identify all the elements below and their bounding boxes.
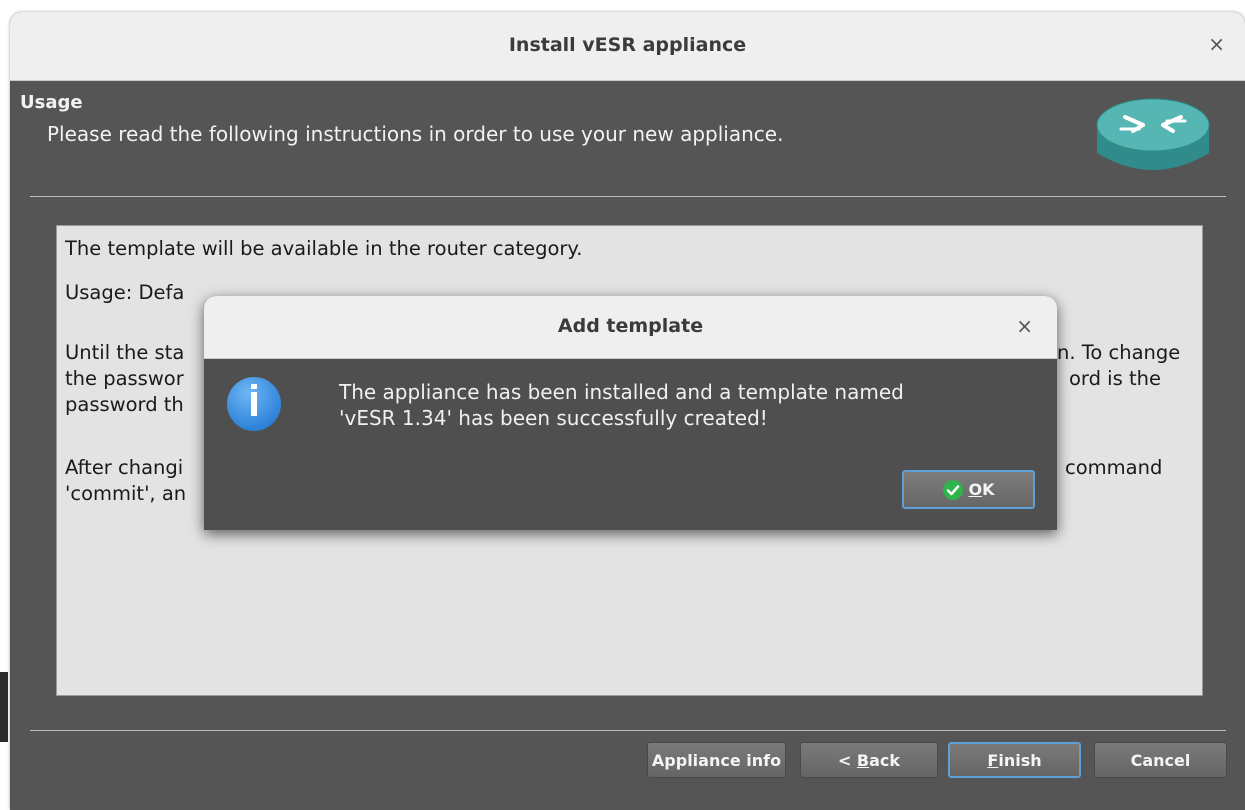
page-title: Usage — [20, 92, 83, 113]
usage-line-2: Usage: Defa — [65, 281, 185, 304]
usage-fragment-1: n. To change — [1057, 341, 1181, 364]
desktop-background — [0, 672, 8, 742]
dialog-message: The appliance has been installed and a t… — [339, 379, 904, 431]
usage-line-5: password th — [65, 393, 184, 416]
finish-mnemonic: F — [987, 750, 999, 770]
cancel-button[interactable]: Cancel — [1094, 742, 1227, 778]
appliance-info-label: Appliance info — [651, 750, 782, 770]
window-title: Install vESR appliance — [508, 34, 747, 56]
dialog-titlebar[interactable]: Add template × — [204, 296, 1057, 359]
usage-line-3: Until the sta — [65, 341, 185, 364]
cancel-label: Cancel — [1130, 750, 1191, 770]
back-arrow: < — [837, 750, 857, 770]
dialog-close-icon[interactable]: × — [1016, 314, 1033, 338]
window-titlebar[interactable]: Install vESR appliance × — [10, 12, 1245, 81]
back-mnemonic: B — [856, 750, 870, 770]
ok-label: K — [982, 480, 995, 499]
finish-button[interactable]: Finish — [948, 742, 1081, 778]
header-separator — [30, 196, 1226, 197]
ok-mnemonic: O — [968, 480, 983, 499]
usage-line-6: After changi — [65, 456, 184, 479]
usage-line-4: the passwor — [65, 367, 184, 390]
ok-button[interactable]: OK — [902, 470, 1035, 509]
appliance-info-button[interactable]: Appliance info — [647, 742, 786, 778]
dialog-message-line-2: 'vESR 1.34' has been successfully create… — [339, 406, 768, 430]
dialog-message-line-1: The appliance has been installed and a t… — [339, 380, 904, 404]
usage-fragment-3: command — [1065, 456, 1163, 479]
page-subtitle: Please read the following instructions i… — [47, 122, 784, 146]
usage-line-1: The template will be available in the ro… — [65, 237, 583, 260]
window-close-icon[interactable]: × — [1208, 32, 1225, 56]
back-button[interactable]: < Back — [800, 742, 938, 778]
footer-separator — [30, 730, 1226, 731]
usage-line-7: 'commit', an — [65, 482, 187, 505]
finish-label: inish — [998, 750, 1042, 770]
add-template-dialog: Add template × The appliance has been in… — [204, 296, 1057, 530]
check-icon — [943, 479, 964, 500]
usage-fragment-2: ord is the — [1069, 367, 1161, 390]
info-icon — [227, 377, 281, 431]
router-icon — [1096, 98, 1210, 170]
dialog-title: Add template — [557, 315, 704, 337]
back-label: ack — [869, 750, 901, 770]
